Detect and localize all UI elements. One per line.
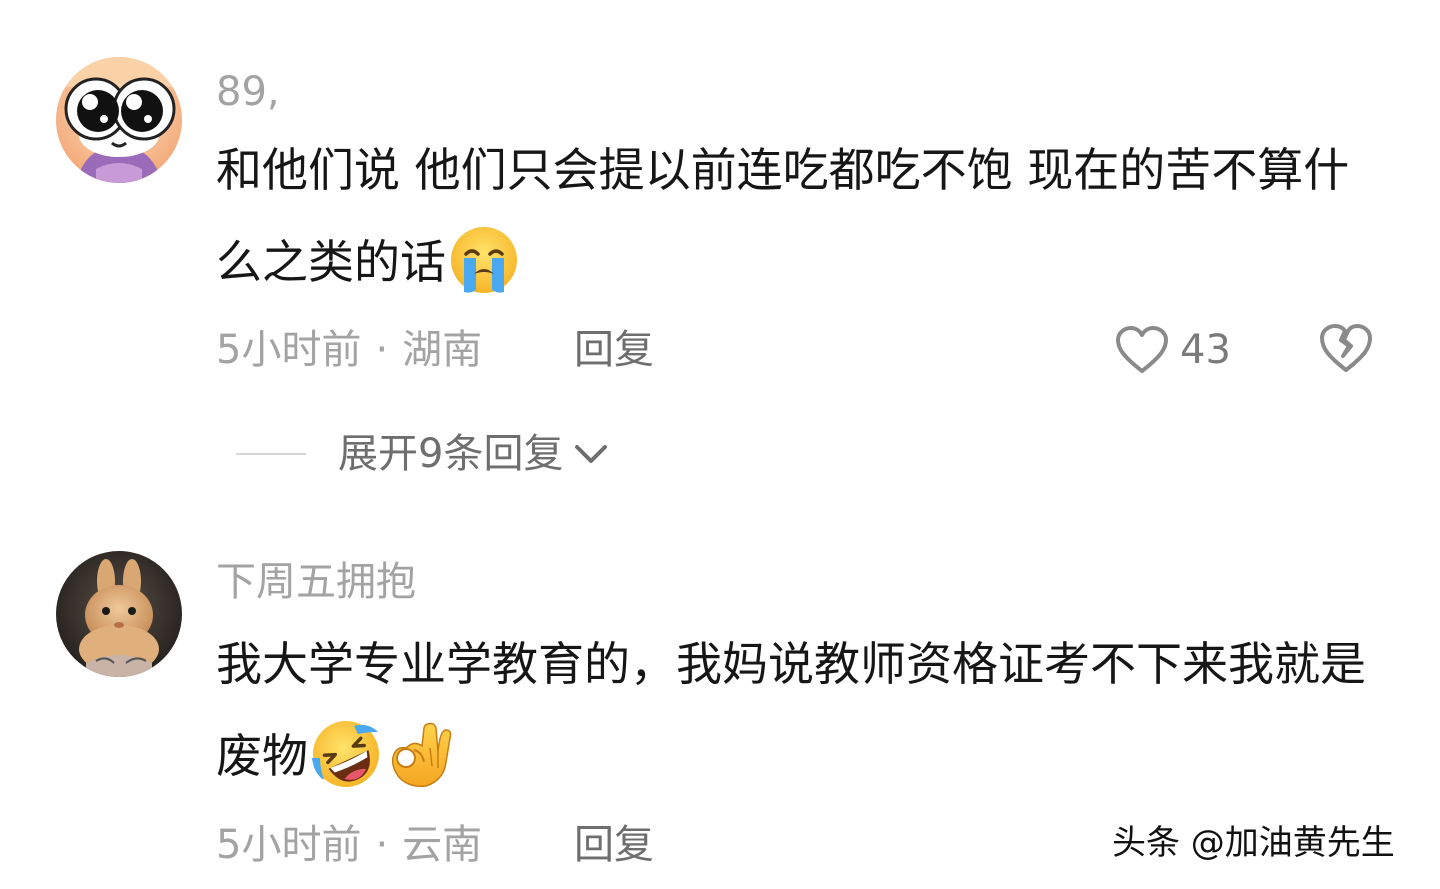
location: 湖南 — [402, 327, 483, 373]
comment-text: 和他们说 他们只会提以前连吃都吃不饱 现在的苦不算什么之类的话 — [216, 124, 1386, 308]
crying-face-emoji — [448, 224, 520, 296]
timestamp: 5小时前 — [216, 822, 362, 868]
dislike-button[interactable] — [1318, 322, 1374, 374]
chevron-down-icon — [575, 445, 608, 463]
reply-button[interactable]: 回复 — [574, 330, 654, 370]
avatar[interactable] — [56, 57, 182, 183]
ok-hand-emoji — [384, 718, 456, 790]
bunny-photo-avatar-icon — [56, 551, 182, 677]
broken-heart-icon — [1320, 324, 1372, 372]
like-count: 43 — [1180, 327, 1231, 373]
username[interactable]: 89, — [216, 72, 280, 112]
heart-outline-icon — [1116, 326, 1168, 373]
comment-text-content: 和他们说 他们只会提以前连吃都吃不饱 现在的苦不算什么之类的话 — [216, 143, 1350, 289]
location: 云南 — [402, 822, 483, 868]
rolling-on-floor-laughing-emoji — [310, 718, 382, 790]
expand-replies-button[interactable]: 展开9条回复 — [236, 428, 611, 480]
comment-text: 我大学专业学教育的，我妈说教师资格证考不下来我就是废物 — [216, 618, 1386, 802]
comment-meta: 5小时前 · 云南 — [216, 825, 482, 865]
reply-button[interactable]: 回复 — [574, 825, 654, 865]
comment-meta: 5小时前 · 湖南 — [216, 330, 482, 370]
cartoon-big-eyes-avatar-icon — [56, 57, 182, 183]
avatar[interactable] — [56, 551, 182, 677]
expand-divider — [236, 453, 306, 455]
meta-separator: · — [375, 327, 389, 373]
timestamp: 5小时前 — [216, 327, 362, 373]
meta-separator: · — [375, 822, 389, 868]
expand-replies-label: 展开9条回复 — [338, 431, 564, 477]
username[interactable]: 下周五拥抱 — [216, 562, 416, 602]
like-button[interactable]: 43 — [1114, 322, 1231, 378]
watermark: 头条 @加油黄先生 — [1112, 823, 1395, 863]
